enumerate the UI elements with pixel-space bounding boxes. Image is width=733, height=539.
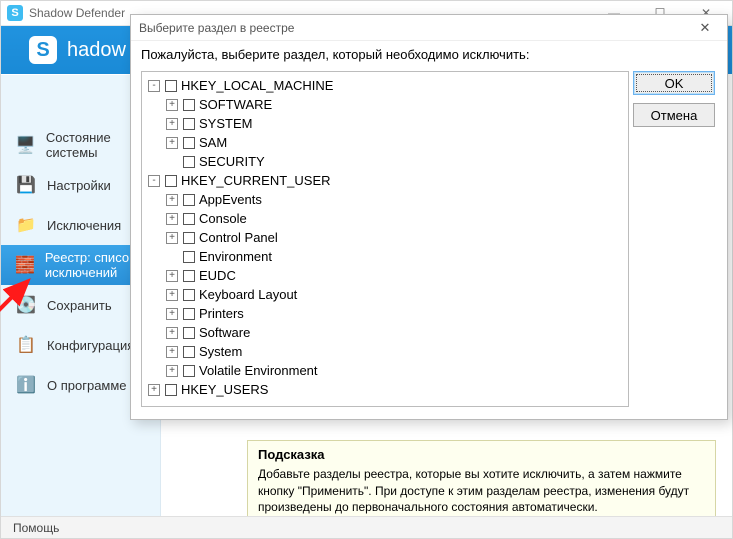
tree-node[interactable]: Environment (148, 247, 622, 266)
sidebar-item-icon: 🖥️ (15, 134, 36, 156)
dialog-titlebar: Выберите раздел в реестре ✕ (131, 15, 727, 41)
tree-node[interactable]: + SAM (148, 133, 622, 152)
expand-icon[interactable]: + (166, 137, 178, 149)
collapse-icon[interactable]: - (148, 80, 160, 92)
tree-checkbox[interactable] (183, 213, 195, 225)
dialog-title: Выберите раздел в реестре (139, 21, 294, 35)
dialog-prompt: Пожалуйста, выберите раздел, который нео… (141, 47, 715, 62)
tree-node[interactable]: + Control Panel (148, 228, 622, 247)
sidebar-item-label: Конфигурация (47, 338, 134, 353)
tree-checkbox[interactable] (183, 156, 195, 168)
tree-node-label: Printers (199, 304, 244, 323)
tree-node-label: HKEY_LOCAL_MACHINE (181, 76, 333, 95)
expand-icon[interactable]: + (166, 289, 178, 301)
tree-node[interactable]: SECURITY (148, 152, 622, 171)
tree-node-label: EUDC (199, 266, 236, 285)
hint-box: Подсказка Добавьте разделы реестра, кото… (247, 440, 716, 526)
tree-node-label: Volatile Environment (199, 361, 318, 380)
statusbar: Помощь (1, 516, 732, 538)
tree-node[interactable]: + Volatile Environment (148, 361, 622, 380)
tree-node-label: AppEvents (199, 190, 262, 209)
tree-checkbox[interactable] (165, 80, 177, 92)
cancel-button[interactable]: Отмена (633, 103, 715, 127)
tree-spacer (166, 156, 178, 168)
tree-node-label: Environment (199, 247, 272, 266)
expand-icon[interactable]: + (166, 232, 178, 244)
tree-node-label: SECURITY (199, 152, 265, 171)
expand-icon[interactable]: + (166, 270, 178, 282)
tree-node[interactable]: + Printers (148, 304, 622, 323)
registry-select-dialog: Выберите раздел в реестре ✕ Пожалуйста, … (130, 14, 728, 420)
sidebar-item-icon: 🧱 (15, 254, 35, 276)
tree-checkbox[interactable] (183, 194, 195, 206)
sidebar-item-label: Настройки (47, 178, 111, 193)
tree-node-label: HKEY_CURRENT_USER (181, 171, 331, 190)
tree-node[interactable]: + Keyboard Layout (148, 285, 622, 304)
tree-checkbox[interactable] (183, 365, 195, 377)
sidebar-item-icon: 📋 (15, 334, 37, 356)
sidebar-item-icon: 📁 (15, 214, 37, 236)
expand-icon[interactable]: + (166, 308, 178, 320)
tree-checkbox[interactable] (183, 99, 195, 111)
sidebar-item-label: Исключения (47, 218, 121, 233)
tree-node-label: SOFTWARE (199, 95, 272, 114)
expand-icon[interactable]: + (166, 365, 178, 377)
tree-node[interactable]: + SOFTWARE (148, 95, 622, 114)
sidebar-item-label: О программе (47, 378, 127, 393)
tree-checkbox[interactable] (183, 232, 195, 244)
expand-icon[interactable]: + (166, 346, 178, 358)
dialog-close-button[interactable]: ✕ (691, 20, 719, 36)
tree-node[interactable]: + AppEvents (148, 190, 622, 209)
expand-icon[interactable]: + (166, 327, 178, 339)
tree-node-label: HKEY_USERS (181, 380, 268, 399)
tree-checkbox[interactable] (183, 327, 195, 339)
hint-text: Добавьте разделы реестра, которые вы хот… (258, 466, 705, 515)
tree-checkbox[interactable] (165, 384, 177, 396)
hint-title: Подсказка (258, 447, 705, 462)
tree-spacer (166, 251, 178, 263)
expand-icon[interactable]: + (166, 213, 178, 225)
expand-icon[interactable]: + (166, 194, 178, 206)
tree-checkbox[interactable] (183, 270, 195, 282)
tree-checkbox[interactable] (183, 346, 195, 358)
status-help[interactable]: Помощь (13, 521, 59, 535)
ok-button[interactable]: OK (633, 71, 715, 95)
tree-checkbox[interactable] (183, 308, 195, 320)
sidebar-item-label: Сохранить (47, 298, 112, 313)
sidebar-item-icon: ℹ️ (15, 374, 37, 396)
tree-node-label: Console (199, 209, 247, 228)
app-icon: S (7, 5, 23, 21)
tree-node-label: Control Panel (199, 228, 278, 247)
tree-node[interactable]: + SYSTEM (148, 114, 622, 133)
tree-checkbox[interactable] (183, 118, 195, 130)
tree-checkbox[interactable] (183, 137, 195, 149)
tree-checkbox[interactable] (165, 175, 177, 187)
tree-node[interactable]: - HKEY_LOCAL_MACHINE (148, 76, 622, 95)
registry-tree[interactable]: -HKEY_LOCAL_MACHINE+SOFTWARE+SYSTEM+SAMS… (141, 71, 629, 407)
tree-node[interactable]: + Software (148, 323, 622, 342)
tree-node-label: Keyboard Layout (199, 285, 297, 304)
tree-checkbox[interactable] (183, 289, 195, 301)
tree-node[interactable]: + EUDC (148, 266, 622, 285)
tree-node-label: SYSTEM (199, 114, 252, 133)
tree-node[interactable]: + Console (148, 209, 622, 228)
tree-node[interactable]: + HKEY_USERS (148, 380, 622, 399)
collapse-icon[interactable]: - (148, 175, 160, 187)
tree-checkbox[interactable] (183, 251, 195, 263)
app-title: Shadow Defender (29, 6, 125, 20)
expand-icon[interactable]: + (166, 99, 178, 111)
sidebar-item-icon: 💾 (15, 174, 37, 196)
tree-node-label: SAM (199, 133, 227, 152)
tree-node[interactable]: - HKEY_CURRENT_USER (148, 171, 622, 190)
tree-node-label: Software (199, 323, 250, 342)
expand-icon[interactable]: + (166, 118, 178, 130)
tree-node[interactable]: + System (148, 342, 622, 361)
sidebar-item-icon: 💽 (15, 294, 37, 316)
app-logo-icon: S (29, 36, 57, 64)
tree-node-label: System (199, 342, 242, 361)
expand-icon[interactable]: + (148, 384, 160, 396)
